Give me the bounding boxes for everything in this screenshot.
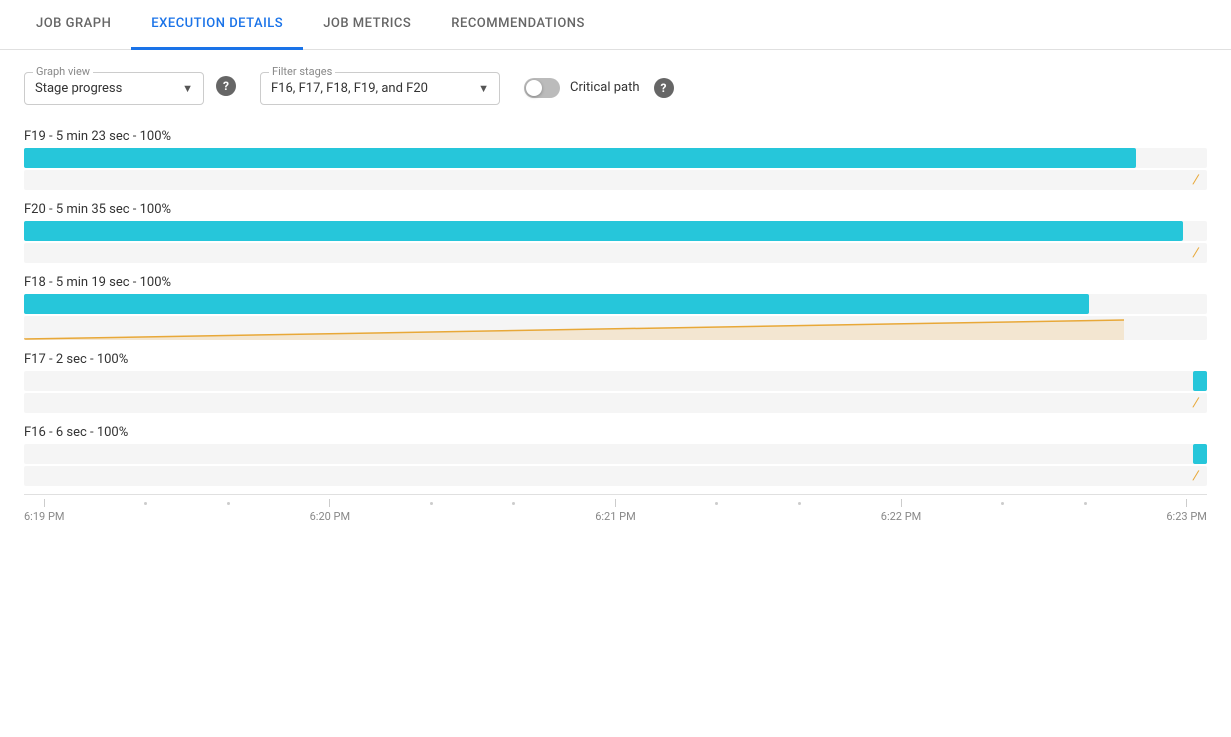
critical-path-label: Critical path [570, 80, 640, 95]
filter-stages-value: F16, F17, F18, F19, and F20 [271, 81, 470, 96]
axis-minor-tick [512, 499, 515, 505]
critical-path-help-icon[interactable]: ? [654, 78, 674, 98]
stage-f17-tick: / [1192, 395, 1200, 412]
tab-job-metrics[interactable]: JOB METRICS [303, 0, 431, 50]
stage-f16-title: F16 - 6 sec - 100% [24, 417, 1207, 444]
stage-f17-subbar: / [24, 393, 1207, 413]
stage-f20-bar [24, 221, 1207, 241]
axis-minor-tick [1084, 499, 1087, 505]
stage-f18-bar [24, 294, 1207, 314]
stage-f17-small-fill [1193, 371, 1207, 391]
stage-f18-title: F18 - 5 min 19 sec - 100% [24, 267, 1207, 294]
graph-view-value: Stage progress [35, 81, 174, 96]
stage-f16-bar [24, 444, 1207, 464]
filter-stages-label: Filter stages [269, 65, 335, 78]
axis-label-tick: 6:20 PM [310, 499, 350, 523]
tab-bar: JOB GRAPH EXECUTION DETAILS JOB METRICS … [0, 0, 1231, 50]
stage-f18-fill [24, 294, 1089, 314]
stage-f18-orange-area [24, 316, 1207, 340]
stage-f20-title: F20 - 5 min 35 sec - 100% [24, 194, 1207, 221]
stage-f18: F18 - 5 min 19 sec - 100% [24, 267, 1207, 340]
controls-bar: Graph view Stage progress ▼ ? Filter sta… [0, 50, 1231, 121]
stage-f20-tick: / [1192, 245, 1200, 262]
critical-path-toggle[interactable] [524, 78, 560, 98]
tab-recommendations[interactable]: RECOMMENDATIONS [431, 0, 605, 50]
filter-stages-group: Filter stages F16, F17, F18, F19, and F2… [260, 66, 500, 105]
axis-minor-tick [798, 499, 801, 505]
axis-minor-tick [227, 499, 230, 505]
graph-view-chevron-icon: ▼ [182, 82, 193, 95]
axis-minor-tick [430, 499, 433, 505]
stage-f17: F17 - 2 sec - 100% / [24, 344, 1207, 413]
stage-f19-subbar: / [24, 170, 1207, 190]
graph-view-group: Graph view Stage progress ▼ [24, 66, 204, 105]
stage-f19-title: F19 - 5 min 23 sec - 100% [24, 121, 1207, 148]
chart-content: F19 - 5 min 23 sec - 100% / F20 - 5 min … [0, 121, 1231, 534]
graph-view-label: Graph view [33, 65, 93, 78]
tab-job-graph[interactable]: JOB GRAPH [16, 0, 131, 50]
axis-label-tick: 6:22 PM [881, 499, 921, 523]
axis-label-tick: 6:23 PM [1166, 499, 1206, 523]
stage-f19: F19 - 5 min 23 sec - 100% / [24, 121, 1207, 190]
axis-minor-tick [1001, 499, 1004, 505]
axis-label-tick: 6:21 PM [595, 499, 635, 523]
stage-f19-tick: / [1192, 172, 1200, 189]
axis-label-tick: 6:19 PM [24, 499, 64, 523]
stage-f16-small-fill [1193, 444, 1207, 464]
stage-f20-subbar: / [24, 243, 1207, 263]
timeline-axis: 6:19 PM 6:20 PM 6:21 PM 6:22 PM 6:23 PM [24, 494, 1207, 534]
stage-f16-subbar: / [24, 466, 1207, 486]
axis-minor-tick [144, 499, 147, 505]
stage-f16-tick: / [1192, 468, 1200, 485]
stage-f20: F20 - 5 min 35 sec - 100% / [24, 194, 1207, 263]
graph-view-help-icon[interactable]: ? [216, 76, 236, 96]
stage-f20-fill [24, 221, 1183, 241]
stage-f19-fill [24, 148, 1136, 168]
stage-f17-title: F17 - 2 sec - 100% [24, 344, 1207, 371]
stage-f17-bar [24, 371, 1207, 391]
filter-stages-chevron-icon: ▼ [478, 82, 489, 95]
stage-f19-bar [24, 148, 1207, 168]
axis-minor-tick [715, 499, 718, 505]
stage-f16: F16 - 6 sec - 100% / [24, 417, 1207, 486]
tab-execution-details[interactable]: EXECUTION DETAILS [131, 0, 303, 50]
